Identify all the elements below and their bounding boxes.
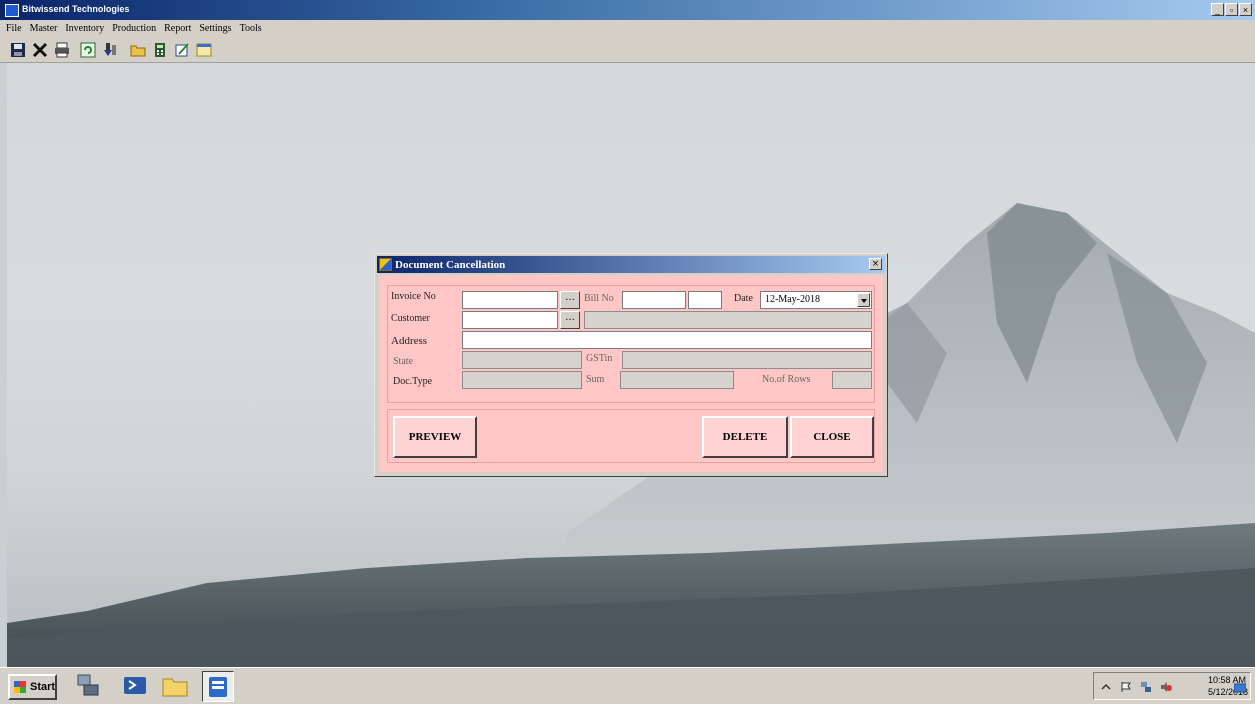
- doc-type-label: Doc.Type: [393, 376, 433, 387]
- start-label: Start: [30, 681, 56, 693]
- delete-button[interactable]: DELETE: [702, 416, 788, 458]
- dialog-titlebar: Document Cancellation ×: [377, 256, 885, 273]
- date-value: 12-May-2018: [765, 294, 820, 305]
- menu-bar: File Master Inventory Production Report Setti…: [0, 20, 1255, 38]
- customer-lookup-button[interactable]: ...: [560, 311, 580, 329]
- taskbar: Start 10:58 AM 5/12/2018: [0, 667, 1255, 704]
- document-details-group: Invoice No ... Bill No Date 12-May-2018 …: [387, 285, 875, 403]
- app-icon: [5, 4, 19, 17]
- delete-icon[interactable]: [32, 42, 48, 58]
- state-field: [462, 351, 582, 369]
- bill-no-label: Bill No: [584, 293, 614, 304]
- date-label: Date: [734, 293, 753, 304]
- save-icon[interactable]: [10, 42, 26, 58]
- gstin-field: [622, 351, 872, 369]
- state-label: State: [393, 356, 413, 367]
- bill-no-suffix-input[interactable]: [688, 291, 722, 309]
- menu-tools[interactable]: Tools: [236, 20, 266, 34]
- action-center-flag-icon[interactable]: [1120, 681, 1132, 693]
- task-bitwissend-app-icon[interactable]: [202, 671, 234, 702]
- menu-production[interactable]: Production: [108, 20, 160, 34]
- invoice-no-label: Invoice No: [391, 291, 436, 302]
- start-button[interactable]: Start: [8, 674, 57, 700]
- volume-muted-icon[interactable]: [1160, 681, 1172, 693]
- dialog-title: Document Cancellation: [395, 259, 506, 271]
- toolbar: [0, 38, 1255, 63]
- doc-type-field: [462, 371, 582, 389]
- action-buttons-group: PREVIEW DELETE CLOSE: [387, 409, 875, 463]
- task-file-explorer-icon[interactable]: [160, 671, 192, 702]
- task-network-icon[interactable]: [72, 671, 104, 702]
- app-titlebar: Bitwissend Technologies _ ▫ ×: [0, 0, 1255, 20]
- document-cancellation-dialog: Document Cancellation × Invoice No ... B…: [374, 253, 888, 477]
- notes-icon[interactable]: [174, 42, 190, 58]
- dialog-close-button[interactable]: ×: [869, 258, 882, 270]
- refresh-icon[interactable]: [80, 42, 96, 58]
- dialog-body: Invoice No ... Bill No Date 12-May-2018 …: [379, 275, 883, 472]
- customer-name-field: [584, 311, 872, 329]
- windows-flag-icon: [14, 681, 26, 693]
- show-desktop-icon[interactable]: [1233, 682, 1247, 694]
- no-of-rows-label: No.of Rows: [762, 374, 811, 385]
- menu-master[interactable]: Master: [26, 20, 62, 34]
- customer-label: Customer: [391, 313, 430, 324]
- task-powershell-icon[interactable]: [120, 671, 152, 702]
- gstin-label: GSTin: [586, 353, 613, 364]
- import-icon[interactable]: [102, 42, 118, 58]
- menu-settings[interactable]: Settings: [195, 20, 235, 34]
- maximize-button[interactable]: ▫: [1225, 3, 1238, 16]
- network-status-icon[interactable]: [1140, 681, 1152, 693]
- tray-expand-icon[interactable]: [1100, 681, 1112, 693]
- dialog-app-icon: [379, 258, 392, 271]
- invoice-lookup-button[interactable]: ...: [560, 291, 580, 309]
- close-button[interactable]: CLOSE: [790, 416, 874, 458]
- address-input[interactable]: [462, 331, 872, 349]
- menu-report[interactable]: Report: [160, 20, 195, 34]
- no-of-rows-field: [832, 371, 872, 389]
- date-dropdown-arrow-icon[interactable]: [857, 293, 870, 307]
- preview-button[interactable]: PREVIEW: [393, 416, 477, 458]
- minimize-button[interactable]: _: [1211, 3, 1224, 16]
- calculator-icon[interactable]: [152, 42, 168, 58]
- print-icon[interactable]: [54, 42, 70, 58]
- invoice-no-input[interactable]: [462, 291, 558, 309]
- date-picker[interactable]: 12-May-2018: [760, 291, 872, 309]
- window-icon[interactable]: [196, 42, 212, 58]
- address-label: Address: [391, 335, 428, 347]
- menu-inventory[interactable]: Inventory: [61, 20, 108, 34]
- menu-file[interactable]: File: [0, 20, 26, 34]
- sum-label: Sum: [586, 374, 605, 385]
- system-tray: 10:58 AM 5/12/2018: [1093, 672, 1251, 700]
- bill-no-input[interactable]: [622, 291, 686, 309]
- app-title: Bitwissend Technologies: [22, 4, 130, 14]
- folder-icon[interactable]: [130, 42, 146, 58]
- customer-input[interactable]: [462, 311, 558, 329]
- sum-field: [620, 371, 734, 389]
- close-app-button[interactable]: ×: [1239, 3, 1252, 16]
